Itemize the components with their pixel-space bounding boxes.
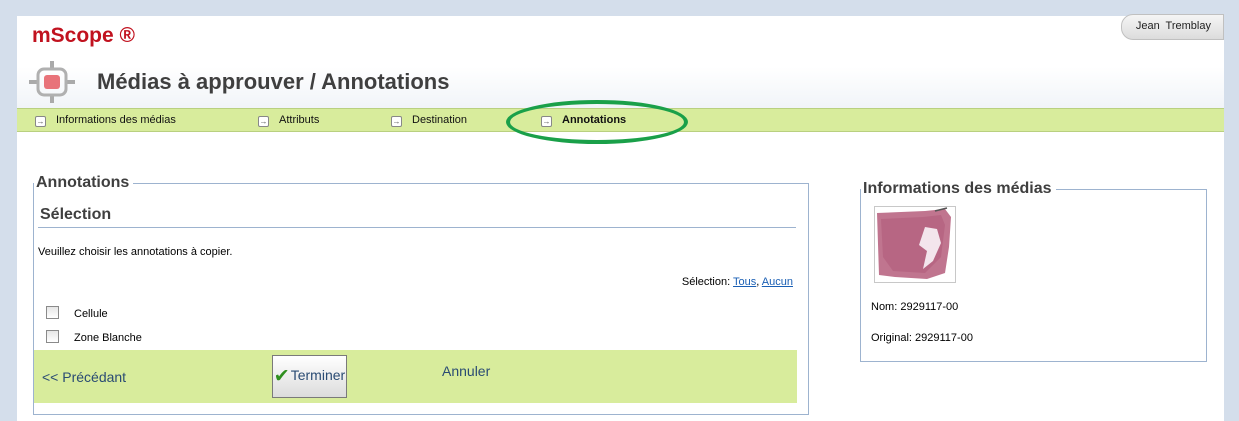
media-original-row: Original: 2929117-00 [871,332,973,344]
checkbox-row-zone-blanche: Zone Blanche [46,330,142,344]
tab-annotations[interactable]: → Annotations [541,109,626,131]
wizard-action-bar: << Précédant ✔Terminer Annuler [34,350,797,403]
media-name-row: Nom: 2929117-00 [871,301,958,313]
select-none-link[interactable]: Aucun [762,276,793,288]
finish-button[interactable]: ✔Terminer [272,355,347,398]
finish-label: Terminer [290,367,346,383]
instructions-text: Veuillez choisir les annotations à copie… [38,246,233,258]
media-info-legend: Informations des médias [863,180,1052,197]
tab-label: Annotations [562,114,627,126]
brand-logo-text: mScope ® [32,24,136,47]
select-all-link[interactable]: Tous [733,276,756,288]
link-separator: , [756,276,760,288]
media-thumbnail[interactable] [874,206,956,283]
right-arrow-box-icon: → [391,116,402,127]
wizard-step-nav: → Informations des médias → Attributs → Des… [17,108,1224,132]
annotations-panel: Annotations Sélection Veuillez choisir l… [33,174,809,415]
original-value: 2929117-00 [915,332,973,344]
tab-destination[interactable]: → Destination [391,109,467,131]
page-title: Médias à approuver / Annotations [97,69,450,94]
header: mScope ® Jean Tremblay Médias à approuve… [17,14,1224,108]
annotations-legend: Annotations [36,174,130,191]
name-value: 2929117-00 [900,301,959,313]
tab-attributs[interactable]: → Attributs [258,109,319,131]
checkmark-icon: ✔ [273,366,290,387]
selection-section-title: Sélection [40,206,112,223]
checkbox-label: Cellule [74,308,108,320]
section-divider [38,227,796,228]
app-window: mScope ® Jean Tremblay Médias à approuve… [17,14,1224,421]
tab-label: Destination [412,114,468,126]
checkbox-zone-blanche[interactable] [46,330,59,343]
user-name-tab[interactable]: Jean Tremblay [1120,14,1224,40]
crosshair-target-icon [27,60,77,104]
checkbox-label: Zone Blanche [74,332,142,344]
tab-label: Attributs [279,114,320,126]
name-label: Nom: [871,301,898,313]
selection-links: Sélection: Tous, Aucun [682,276,793,288]
right-arrow-box-icon: → [541,116,552,127]
right-arrow-box-icon: → [35,116,46,127]
checkbox-row-cellule: Cellule [46,306,108,320]
checkbox-cellule[interactable] [46,306,59,319]
tab-informations-medias[interactable]: → Informations des médias [35,109,176,131]
tab-label: Informations des médias [56,114,176,126]
media-info-panel: Informations des médias Nom: 2929117-00 … [860,180,1207,362]
previous-link[interactable]: << Précédant [42,369,126,385]
window-frame-top [0,0,1239,16]
right-arrow-box-icon: → [258,116,269,127]
selection-label: Sélection: [681,276,731,288]
original-label: Original: [871,332,912,344]
cancel-link[interactable]: Annuler [442,363,490,379]
window-frame-right [1224,0,1239,421]
window-frame-left [0,0,17,421]
